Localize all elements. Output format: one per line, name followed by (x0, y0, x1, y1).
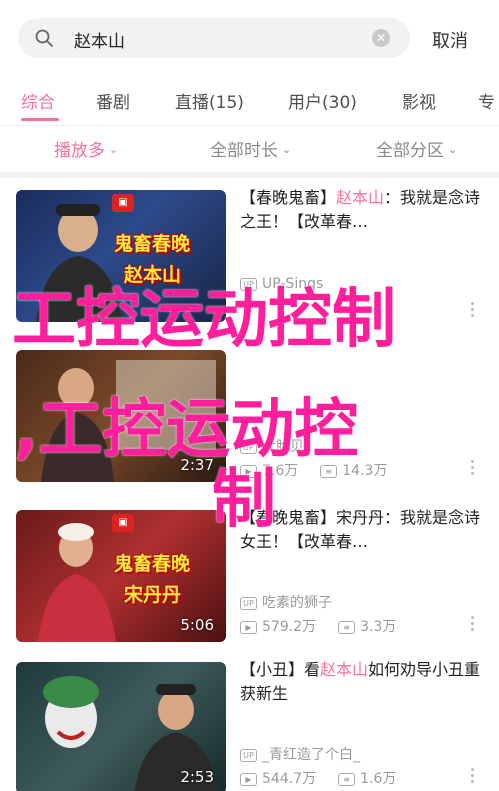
video-title[interactable]: 【春晚鬼畜】赵本山：我就是念诗之王！【改革春… (240, 186, 485, 234)
play-count-icon: ▶ (240, 773, 257, 786)
danmaku-icon: ≡ (338, 773, 356, 786)
view-count: 579.2万 (262, 619, 317, 635)
tab-users[interactable]: 用户(30) (288, 88, 357, 113)
video-stats: ▶ 579.2万 ≡ 3.3万 (240, 616, 396, 636)
search-input[interactable]: 赵本山 (74, 27, 125, 52)
tab-bangumi[interactable]: 番剧 (96, 88, 130, 113)
danmaku-count: 1.6万 (360, 771, 397, 787)
video-item[interactable]: 2:37 UP 大脸贝 ▶ 7.6万 ≡ 14.3万 (0, 336, 499, 496)
video-item[interactable]: ▣ 鬼畜春晚 宋丹丹 5:06 【春晚鬼畜】宋丹丹：我就是念诗女王！【改革春… … (0, 496, 499, 656)
uploader-name: _青红造了个白_ (262, 747, 360, 763)
video-thumbnail[interactable]: ▣ 鬼畜春晚 赵本山 (16, 190, 226, 322)
video-item[interactable]: ▣ 鬼畜春晚 赵本山 【春晚鬼畜】赵本山：我就是念诗之王！【改革春… UP UP-… (0, 176, 499, 336)
play-count-icon: ▶ (240, 621, 257, 634)
uploader[interactable]: UP _青红造了个白_ (240, 744, 360, 764)
search-box[interactable]: 赵本山 ✕ (18, 18, 410, 58)
video-duration: 2:37 (180, 456, 214, 474)
uploader-name: 吃素的狮子 (262, 595, 332, 611)
video-duration: 5:06 (180, 616, 214, 634)
video-thumbnail[interactable]: 2:37 (16, 350, 226, 482)
uploader[interactable]: UP UP-Sings (240, 276, 323, 292)
more-icon[interactable] (471, 302, 475, 318)
thumbnail-caption: 宋丹丹 (124, 584, 182, 606)
up-icon: UP (240, 749, 257, 762)
video-thumbnail[interactable]: ▣ 鬼畜春晚 宋丹丹 5:06 (16, 510, 226, 642)
tab-bar: 综合 番剧 直播(15) 用户(30) 影视 专 (0, 80, 499, 126)
video-thumbnail[interactable]: 2:53 (16, 662, 226, 791)
video-duration: 2:53 (180, 768, 214, 786)
uploader[interactable]: UP 大脸贝 (240, 436, 304, 456)
tab-special[interactable]: 专 (478, 88, 495, 113)
search-icon (35, 29, 53, 47)
up-icon: UP (240, 441, 257, 454)
tab-all[interactable]: 综合 (21, 88, 55, 113)
search-bar: 赵本山 ✕ 取消 (0, 0, 499, 80)
filter-category[interactable]: 全部分区 ⌄ (376, 136, 457, 161)
uploader[interactable]: UP 吃素的狮子 (240, 592, 332, 612)
cancel-button[interactable]: 取消 (432, 27, 468, 53)
tab-live[interactable]: 直播(15) (175, 88, 244, 113)
video-stats: ▶ 7.6万 ≡ 14.3万 (240, 460, 387, 480)
view-count: 544.7万 (262, 771, 317, 787)
danmaku-icon: ≡ (338, 621, 356, 634)
title-prefix: 【春晚鬼畜】宋丹丹：我就是念诗女王！【改革春… (240, 508, 481, 551)
video-title[interactable]: 【小丑】看赵本山如何劝导小丑重获新生 (240, 658, 485, 706)
danmaku-icon: ≡ (320, 465, 338, 478)
uploader-name: 大脸贝 (262, 439, 304, 455)
filter-category-label: 全部分区 (376, 141, 444, 161)
danmaku-count: 14.3万 (342, 463, 388, 479)
video-item[interactable]: 2:53 【小丑】看赵本山如何劝导小丑重获新生 UP _青红造了个白_ ▶ 544.… (0, 648, 499, 791)
uploader-name: UP-Sings (262, 276, 324, 292)
title-prefix: 【小丑】看 (240, 660, 321, 679)
tab-movies[interactable]: 影视 (402, 88, 436, 113)
tab-underline (21, 118, 59, 121)
chevron-down-icon: ⌄ (448, 143, 458, 156)
video-stats: ▶ 544.7万 ≡ 1.6万 (240, 768, 396, 788)
thumbnail-caption: 鬼畜春晚 (114, 553, 191, 575)
filter-duration[interactable]: 全部时长 ⌄ (210, 136, 291, 161)
thumbnail-caption: 赵本山 (124, 264, 182, 286)
video-title[interactable]: 【春晚鬼畜】宋丹丹：我就是念诗女王！【改革春… (240, 506, 485, 554)
more-icon[interactable] (471, 460, 475, 476)
filter-sort[interactable]: 播放多 ⌄ (54, 136, 118, 161)
tv-logo-icon: ▣ (112, 514, 134, 532)
clear-icon[interactable]: ✕ (372, 29, 390, 47)
up-icon: UP (240, 597, 257, 610)
title-prefix: 【春晚鬼畜】 (240, 188, 337, 207)
filter-sort-label: 播放多 (54, 141, 105, 161)
up-icon: UP (240, 278, 257, 291)
chevron-down-icon: ⌄ (282, 143, 292, 156)
filter-bar: 播放多 ⌄ 全部时长 ⌄ 全部分区 ⌄ (0, 126, 499, 172)
view-count: 7.6万 (262, 463, 299, 479)
danmaku-count: 3.3万 (360, 619, 397, 635)
more-icon[interactable] (471, 616, 475, 632)
play-count-icon: ▶ (240, 465, 257, 478)
title-highlight: 赵本山 (320, 660, 369, 679)
chevron-down-icon: ⌄ (109, 143, 119, 156)
tv-logo-icon: ▣ (112, 194, 134, 212)
filter-duration-label: 全部时长 (210, 141, 278, 161)
thumbnail-caption: 鬼畜春晚 (114, 233, 191, 255)
more-icon[interactable] (471, 768, 475, 784)
title-highlight: 赵本山 (336, 188, 385, 207)
